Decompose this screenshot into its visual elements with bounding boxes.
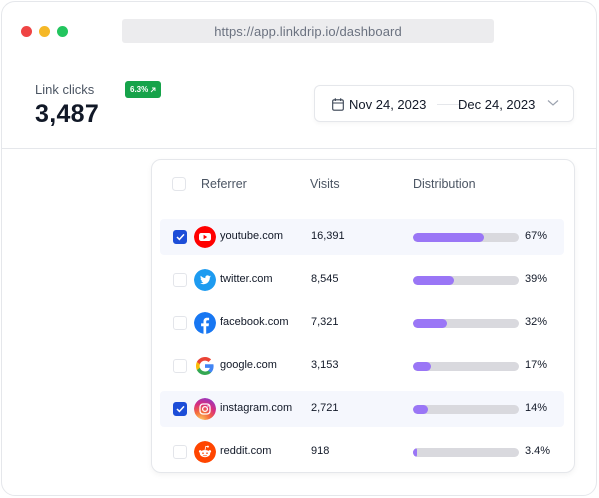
arrow-up-right-icon [150,87,156,92]
distribution-percent: 67% [525,230,548,242]
row-checkbox[interactable] [173,402,187,416]
date-range-picker[interactable]: Nov 24, 2023 Dec 24, 2023 [314,85,574,122]
row-checkbox[interactable] [173,359,187,373]
calendar-icon [332,98,344,111]
checkmark-icon [175,233,185,241]
instagram-icon [194,398,216,420]
visit-count: 2,721 [311,402,339,414]
row-checkbox[interactable] [173,445,187,459]
growth-badge-value: 6.3% [130,85,149,94]
checkmark-icon [175,405,185,413]
distribution-fill [413,319,447,328]
visit-count: 918 [311,445,330,457]
distribution-bar [413,319,519,328]
distribution-fill [413,448,417,457]
row-checkbox[interactable] [173,273,187,287]
twitter-icon [194,269,216,291]
minimize-window-button[interactable] [39,26,50,37]
referrer-domain[interactable]: reddit.com [220,445,271,457]
table-row[interactable]: instagram.com 2,721 14% [160,391,564,427]
referrer-table: Referrer Visits Distribution youtube.com… [151,159,575,473]
google-icon [196,357,214,375]
column-header-visits[interactable]: Visits [310,177,340,191]
referrer-domain[interactable]: facebook.com [220,316,288,328]
visit-count: 3,153 [311,359,339,371]
table-row[interactable]: reddit.com 918 3.4% [160,434,564,470]
metric-value: 3,487 [35,100,100,128]
distribution-bar [413,233,519,242]
distribution-percent: 32% [525,316,548,328]
metric-label: Link clicks [35,82,95,97]
close-window-button[interactable] [21,26,32,37]
distribution-bar [413,362,519,371]
facebook-icon [194,312,216,334]
row-checkbox[interactable] [173,230,187,244]
distribution-fill [413,362,432,371]
distribution-percent: 17% [525,359,548,371]
select-all-checkbox[interactable] [172,177,186,191]
distribution-fill [413,276,455,285]
table-row[interactable]: youtube.com 16,391 67% [160,219,564,255]
distribution-bar [413,448,519,457]
distribution-percent: 14% [525,402,548,414]
youtube-icon [194,226,216,248]
visit-count: 8,545 [311,273,339,285]
referrer-domain[interactable]: youtube.com [220,230,283,242]
visit-count: 16,391 [311,230,345,242]
maximize-window-button[interactable] [57,26,68,37]
distribution-bar [413,405,519,414]
referrer-domain[interactable]: google.com [220,359,277,371]
header-divider [2,148,596,149]
distribution-fill [413,233,485,242]
table-row[interactable]: twitter.com 8,545 39% [160,262,564,298]
date-from[interactable]: Nov 24, 2023 [349,97,426,112]
column-header-referrer[interactable]: Referrer [201,177,247,191]
chevron-down-icon[interactable] [547,99,559,107]
column-header-distribution[interactable]: Distribution [413,177,476,191]
growth-badge: 6.3% [125,81,162,98]
referrer-domain[interactable]: twitter.com [220,273,273,285]
row-checkbox[interactable] [173,316,187,330]
table-row[interactable]: facebook.com 7,321 32% [160,305,564,341]
address-bar[interactable]: https://app.linkdrip.io/dashboard [122,19,494,43]
reddit-icon [194,441,216,463]
table-header: Referrer Visits Distribution [152,160,574,206]
distribution-percent: 3.4% [525,445,551,457]
distribution-fill [413,405,428,414]
title-bar: https://app.linkdrip.io/dashboard [2,2,596,62]
browser-window: https://app.linkdrip.io/dashboard Link c… [1,1,597,496]
distribution-percent: 39% [525,273,548,285]
visit-count: 7,321 [311,316,339,328]
date-to[interactable]: Dec 24, 2023 [458,97,535,112]
distribution-bar [413,276,519,285]
referrer-domain[interactable]: instagram.com [220,402,292,414]
table-row[interactable]: google.com 3,153 17% [160,348,564,384]
